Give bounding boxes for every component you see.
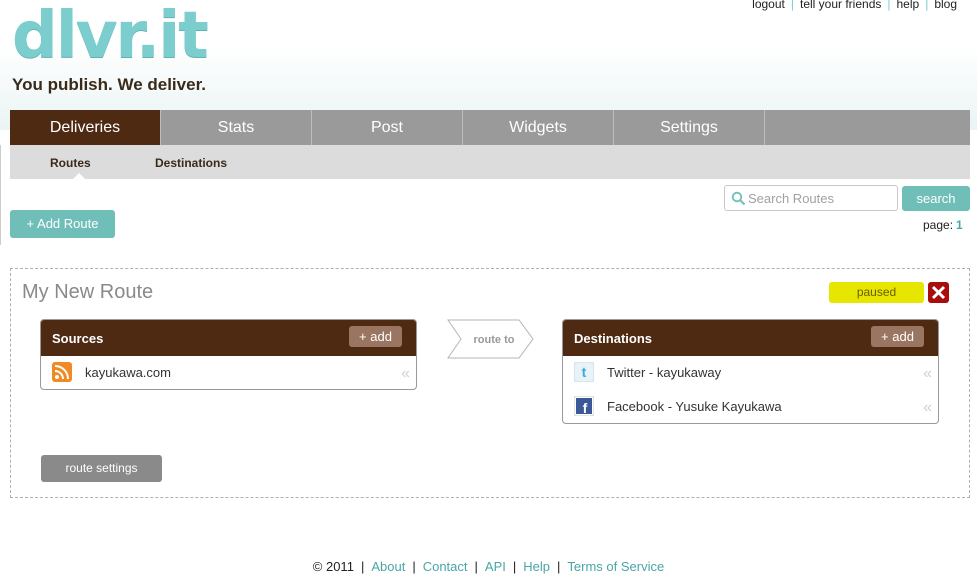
add-destination-button[interactable]: + add [871,326,924,347]
collapse-icon[interactable]: « [923,399,932,417]
help-link[interactable]: help [891,0,926,11]
list-item: kayukawa.com « [41,356,416,389]
svg-text:f: f [583,400,588,416]
list-item: t Twitter - kayukaway « [563,356,938,390]
footer: © 2011 | About | Contact | API | Help | Terms of S… [312,559,665,574]
search-icon [731,191,746,206]
tab-stats[interactable]: Stats [161,110,312,145]
twitter-icon: t [574,362,594,382]
destinations-title: Destinations [574,331,653,346]
search-input[interactable] [748,189,893,207]
close-icon [931,285,946,300]
status-badge[interactable]: paused [829,282,924,303]
tab-post[interactable]: Post [312,110,463,145]
search-button[interactable]: search [902,186,970,211]
pagination: page: 1 [923,218,963,232]
active-indicator [73,173,85,179]
tagline: You publish. We deliver. [12,75,206,94]
sources-title: Sources [52,331,104,346]
facebook-icon: f [574,396,594,416]
logout-link[interactable]: logout [746,0,791,11]
route-card: My New Route paused Sources + add kayuka… [10,268,970,498]
copyright: © 2011 [312,559,354,574]
svg-text:t: t [582,364,587,380]
logo[interactable]: dlvr.it [12,0,209,76]
add-source-button[interactable]: + add [349,326,402,347]
top-links: logout | tell your friends | help | blog [746,0,963,11]
destination-label[interactable]: Facebook - Yusuke Kayukawa [607,399,782,414]
collapse-icon[interactable]: « [923,365,932,383]
contact-link[interactable]: Contact [423,559,468,574]
tab-deliveries[interactable]: Deliveries [10,110,161,145]
delete-route-button[interactable] [928,282,949,303]
route-to-label: route to [474,334,515,346]
destinations-header: Destinations + add [563,320,938,356]
search-field [724,185,898,211]
sub-navigation: Routes Destinations [10,145,970,179]
collapse-icon[interactable]: « [401,365,410,383]
help-link[interactable]: Help [523,559,550,574]
destinations-panel: Destinations + add t Twitter - kayukaway… [562,319,939,424]
route-name[interactable]: My New Route [22,281,153,304]
sources-panel: Sources + add kayukawa.com « [40,319,417,390]
page-number-link[interactable]: 1 [956,218,963,232]
divider [0,145,1,245]
api-link[interactable]: API [485,559,506,574]
tell-friends-link[interactable]: tell your friends [794,0,887,11]
terms-link[interactable]: Terms of Service [567,559,664,574]
subtab-destinations[interactable]: Destinations [155,156,227,170]
source-label[interactable]: kayukawa.com [85,365,171,380]
main-tabs: Deliveries Stats Post Widgets Settings [10,110,970,145]
page-label: page: [923,218,954,232]
add-route-button[interactable]: + Add Route [10,210,115,238]
sources-header: Sources + add [41,320,416,356]
list-item: f Facebook - Yusuke Kayukawa « [563,390,938,423]
blog-link[interactable]: blog [928,0,963,11]
route-to-arrow: route to [447,319,534,359]
tab-widgets[interactable]: Widgets [463,110,614,145]
route-settings-button[interactable]: route settings [41,455,162,482]
subtab-routes[interactable]: Routes [50,156,91,170]
destination-label[interactable]: Twitter - kayukaway [607,365,721,380]
rss-icon [52,362,72,382]
tab-settings[interactable]: Settings [614,110,765,145]
about-link[interactable]: About [371,559,405,574]
